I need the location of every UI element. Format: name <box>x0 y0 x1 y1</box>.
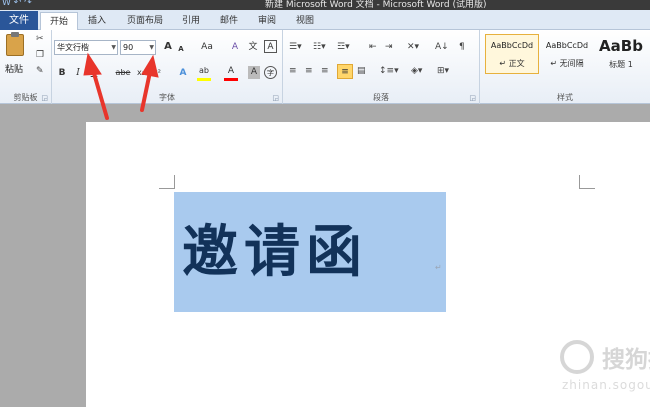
font-color-button[interactable]: A <box>224 64 238 79</box>
line-spacing-icon[interactable]: ↕≡▾ <box>379 66 399 76</box>
bullets-icon[interactable]: ☰▾ <box>289 42 302 52</box>
paragraph-group-label: 段落 <box>373 93 389 102</box>
chinese-layout-icon[interactable]: ✕▾ <box>407 42 419 52</box>
style-no-spacing[interactable]: AaBbCcDd ↵ 无间隔 <box>540 34 594 74</box>
margin-corner-mark <box>579 175 595 189</box>
distributed-icon[interactable]: ▤ <box>357 66 366 76</box>
watermark-text: 搜狗指南 <box>602 347 650 373</box>
bold-button[interactable]: B <box>56 66 68 81</box>
strikethrough-button[interactable]: abe <box>114 66 132 81</box>
brush-icon[interactable]: ✎ <box>36 66 44 76</box>
style-name: ↵ 正文 <box>499 59 525 68</box>
enclose-char-button[interactable]: 字 <box>264 66 277 79</box>
style-normal[interactable]: AaBbCcDd ↵ 正文 <box>485 34 539 74</box>
center-icon[interactable]: ≡ <box>305 66 313 76</box>
style-preview: AaBbCcDd <box>490 41 534 50</box>
ribbon: 粘贴 ✂ ❐ ✎ 剪贴板 ◲ 华文行楷 ▼ 90 ▼ A A Aa A 文 A … <box>0 30 650 104</box>
italic-button[interactable]: I <box>72 66 84 81</box>
tab-view[interactable]: 视图 <box>290 12 320 30</box>
char-border-button[interactable]: A <box>264 40 277 53</box>
tab-mailings[interactable]: 邮件 <box>214 12 244 30</box>
copy-icon[interactable]: ❐ <box>36 50 44 60</box>
subscript-button[interactable]: x₂ <box>134 66 148 81</box>
margin-corner-mark <box>159 175 175 189</box>
tab-home[interactable]: 开始 <box>40 12 78 31</box>
styles-group: AaBbCcDd ↵ 正文 AaBbCcDd ↵ 无间隔 AaBb 标题 1 样… <box>480 30 650 104</box>
style-name: 标题 1 <box>609 60 633 69</box>
sort-icon[interactable]: A↓ <box>435 42 449 52</box>
tab-references[interactable]: 引用 <box>176 12 206 30</box>
justify-icon[interactable]: ≡ <box>337 64 353 79</box>
font-launcher-icon[interactable]: ◲ <box>272 94 279 102</box>
document-text[interactable]: 邀请函 <box>182 207 368 288</box>
font-color-swatch <box>224 78 238 81</box>
style-name: ↵ 无间隔 <box>550 59 584 68</box>
shrink-font-button[interactable]: A <box>176 42 186 57</box>
watermark-logo-icon <box>560 340 594 374</box>
shading-icon[interactable]: ◈▾ <box>411 66 422 76</box>
highlight-color-swatch <box>197 78 211 81</box>
grow-font-button[interactable]: A <box>162 40 174 55</box>
paste-icon[interactable] <box>6 32 24 56</box>
style-preview: AaBb <box>599 37 643 55</box>
tab-file[interactable]: 文件 <box>0 11 38 30</box>
font-group-label: 字体 <box>159 93 175 102</box>
ribbon-tab-row: 文件 开始 插入 页面布局 引用 邮件 审阅 视图 <box>0 10 650 31</box>
text-effects-button[interactable]: A <box>176 66 190 81</box>
quick-access-toolbar[interactable]: W ↶ ↷ <box>2 0 32 8</box>
show-marks-icon[interactable]: ¶ <box>459 42 465 52</box>
paste-button[interactable]: 粘贴 <box>5 62 23 75</box>
highlight-button[interactable]: ab <box>196 64 212 79</box>
change-case-button[interactable]: Aa <box>198 40 216 55</box>
numbering-icon[interactable]: ☷▾ <box>313 42 326 52</box>
clear-format-button[interactable]: A <box>228 40 242 55</box>
clipboard-group: 粘贴 ✂ ❐ ✎ 剪贴板 ◲ <box>0 30 52 104</box>
tab-insert[interactable]: 插入 <box>82 12 112 30</box>
paragraph-mark: ↵ <box>435 263 442 272</box>
tab-review[interactable]: 审阅 <box>252 12 282 30</box>
char-shading-button[interactable]: A <box>248 66 260 79</box>
increase-indent-icon[interactable]: ⇥ <box>385 42 393 52</box>
align-left-icon[interactable]: ≡ <box>289 66 297 76</box>
chevron-down-icon[interactable]: ▼ <box>111 41 116 54</box>
styles-group-label: 样式 <box>557 93 573 102</box>
font-size-value: 90 <box>123 43 134 52</box>
selected-text-block[interactable]: 邀请函 ↵ <box>174 192 446 312</box>
scissors-icon[interactable]: ✂ <box>36 34 44 44</box>
document-area: 邀请函 ↵ 搜狗指南 zhinan.sogou.com <box>0 105 650 407</box>
window-title: 新建 Microsoft Word 文档 - Microsoft Word (试… <box>265 0 487 10</box>
tab-page-layout[interactable]: 页面布局 <box>120 12 170 30</box>
style-preview: AaBbCcDd <box>545 41 589 50</box>
font-group: 华文行楷 ▼ 90 ▼ A A Aa A 文 A B I U abe x₂ x²… <box>52 30 283 104</box>
font-name-value: 华文行楷 <box>57 43 89 52</box>
borders-icon[interactable]: ⊞▾ <box>437 66 449 76</box>
font-name-combo[interactable]: 华文行楷 ▼ <box>54 40 118 55</box>
style-heading-1[interactable]: AaBb 标题 1 <box>594 34 648 74</box>
sogou-watermark: 搜狗指南 zhinan.sogou.com <box>560 336 650 396</box>
underline-button[interactable]: U <box>88 66 100 81</box>
superscript-button[interactable]: x² <box>150 66 164 81</box>
clipboard-launcher-icon[interactable]: ◲ <box>41 94 48 102</box>
phonetic-guide-button[interactable]: 文 <box>246 40 260 55</box>
document-page[interactable]: 邀请函 ↵ 搜狗指南 zhinan.sogou.com <box>86 122 650 407</box>
multilevel-icon[interactable]: ☲▾ <box>337 42 350 52</box>
title-bar: W ↶ ↷ 新建 Microsoft Word 文档 - Microsoft W… <box>0 0 650 10</box>
decrease-indent-icon[interactable]: ⇤ <box>369 42 377 52</box>
align-right-icon[interactable]: ≡ <box>321 66 329 76</box>
paragraph-group: ☰▾ ☷▾ ☲▾ ⇤ ⇥ ✕▾ A↓ ¶ ≡ ≡ ≡ ≡ ▤ ↕≡▾ ◈▾ ⊞▾… <box>283 30 480 104</box>
font-size-combo[interactable]: 90 ▼ <box>120 40 156 55</box>
chevron-down-icon[interactable]: ▼ <box>149 41 154 54</box>
paragraph-launcher-icon[interactable]: ◲ <box>469 94 476 102</box>
watermark-url: zhinan.sogou.com <box>562 378 650 392</box>
